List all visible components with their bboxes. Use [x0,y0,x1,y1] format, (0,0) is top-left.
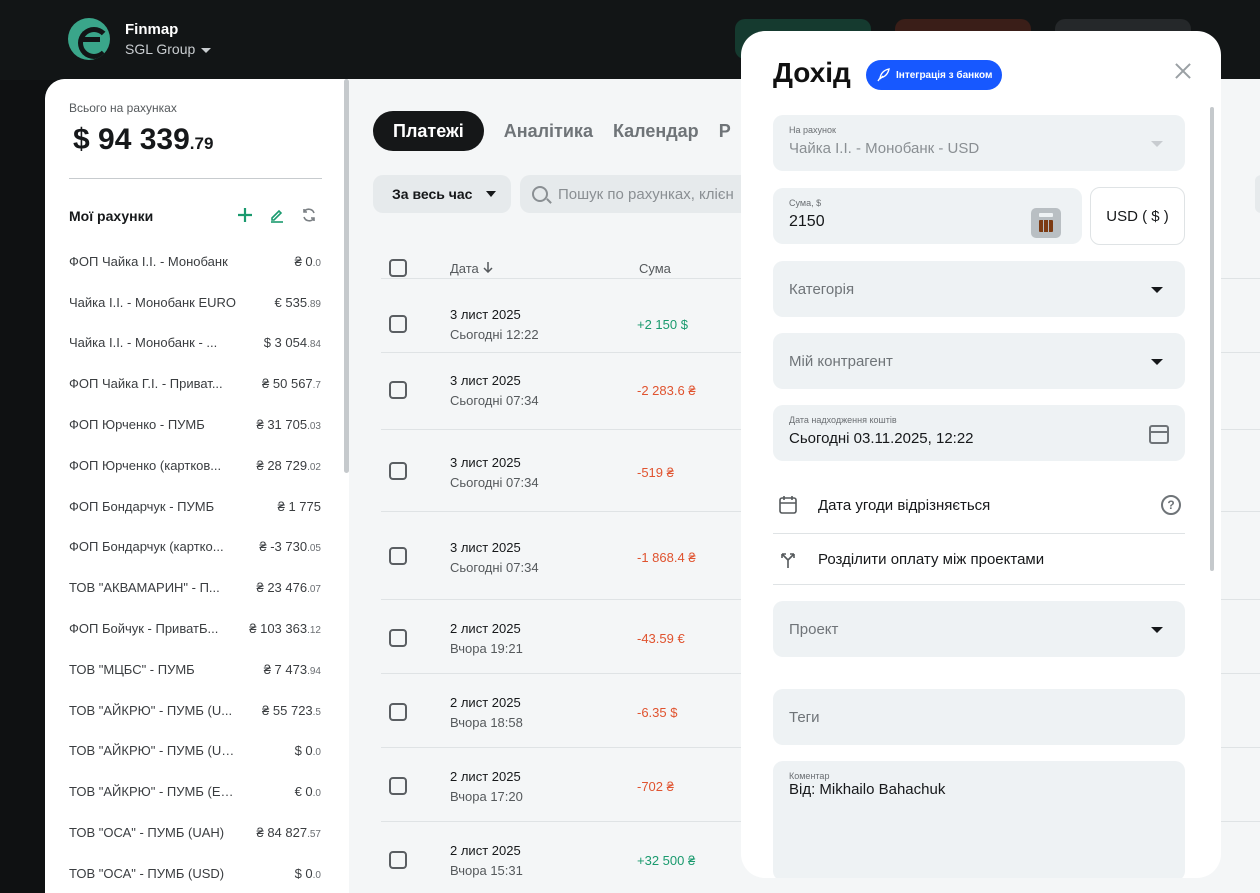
category-select[interactable]: Категорія [773,261,1185,317]
account-item[interactable]: ТОВ "ОСА" - ПУМБ (UAH) ₴ 84 827.57 [69,812,321,853]
row-checkbox[interactable] [389,315,407,333]
accounts-title: Мої рахунки [69,208,154,224]
brand-name: Finmap [125,21,179,38]
total-balance: $ 94 339.79 [73,123,214,156]
chevron-down-icon [486,191,497,197]
sort-arrow-icon [483,262,493,274]
row-checkbox[interactable] [389,703,407,721]
calendar-icon[interactable] [1149,425,1169,444]
edit-pencil-icon[interactable] [267,205,287,225]
close-icon[interactable] [1173,61,1193,81]
modal-title: Дохід [773,57,851,88]
chevron-down-icon [1151,287,1163,293]
col-date[interactable]: Дата [450,261,494,276]
rocket-icon [877,68,890,82]
filter-control[interactable] [1255,175,1260,213]
currency-select[interactable]: USD ( $ ) [1090,187,1185,245]
account-item[interactable]: ФОП Бойчук - ПриватБ... ₴ 103 363.12 [69,608,321,649]
deal-date-label: Дата угоди відрізняється [818,496,991,514]
tab-payments[interactable]: Платежі [373,111,484,151]
account-item[interactable]: ТОВ "МЦБС" - ПУМБ ₴ 7 473.94 [69,649,321,690]
accounts-list: ФОП Чайка І.І. - Монобанк ₴ 0.0 Чайка І.І… [69,241,321,893]
divider [69,178,322,179]
org-name: SGL Group [125,41,196,57]
total-label: Всього на рахунках [69,101,177,115]
finmap-logo-icon [68,18,110,60]
help-icon[interactable]: ? [1161,495,1181,515]
col-sum[interactable]: Сума [639,261,671,276]
tags-field[interactable]: Теги [773,689,1185,745]
tab-analytics[interactable]: Аналітика [494,111,603,151]
period-select[interactable]: За весь час [373,175,511,213]
chevron-down-icon [1151,627,1163,633]
org-switcher[interactable]: SGL Group [125,41,212,57]
select-all-checkbox[interactable] [389,259,407,277]
calculator-icon[interactable] [1031,208,1061,238]
accounts-actions [235,205,319,225]
chevron-down-icon [1151,359,1163,365]
bank-integration-button[interactable]: Інтеграція з банком [866,60,1003,90]
split-projects-toggle[interactable]: Розділити оплату між проектами [773,533,1185,585]
amount-field[interactable]: Сума, $ 2150 [773,188,1082,244]
row-checkbox[interactable] [389,629,407,647]
sidebar: Всього на рахунках $ 94 339.79 Мої рахун… [45,79,349,893]
tab-more[interactable]: Р [709,111,741,151]
split-label: Розділити оплату між проектами [818,550,1045,568]
search-icon [532,186,548,202]
account-item[interactable]: ТОВ "АКВАМАРИН" - П... ₴ 23 476.07 [69,567,321,608]
bank-integration-label: Інтеграція з банком [896,69,993,81]
search-placeholder: Пошук по рахунках, клієн [558,185,734,203]
split-arrows-icon [777,548,799,570]
row-checkbox[interactable] [389,547,407,565]
chevron-down-icon [1151,141,1163,147]
account-item[interactable]: ФОП Чайка І.І. - Монобанк ₴ 0.0 [69,241,321,282]
account-item[interactable]: ФОП Бондарчук (картко... ₴ -3 730.05 [69,527,321,568]
account-item[interactable]: ФОП Бондарчук - ПУМБ ₴ 1 775 [69,486,321,527]
counterparty-select[interactable]: Мій контрагент [773,333,1185,389]
project-select[interactable]: Проект [773,601,1185,657]
sidebar-scrollbar[interactable] [344,79,349,473]
modal-scrollbar[interactable] [1210,107,1214,571]
deal-date-toggle[interactable]: Дата угоди відрізняється ? [773,479,1185,531]
divider [773,584,1185,585]
date-field[interactable]: Дата надходження коштів Сьогодні 03.11.2… [773,405,1185,461]
account-select[interactable]: На рахунок Чайка І.І. - Монобанк - USD [773,115,1185,171]
calendar-icon [777,494,799,516]
add-account-icon[interactable] [235,205,255,225]
income-modal: Дохід Інтеграція з банком На рахунок Чай… [741,31,1221,878]
account-item[interactable]: ТОВ "АЙКРЮ" - ПУМБ (EUR) € 0.0 [69,771,321,812]
account-item[interactable]: ФОП Юрченко - ПУМБ ₴ 31 705.03 [69,404,321,445]
account-item[interactable]: ТОВ "АЙКРЮ" - ПУМБ (USD) $ 0.0 [69,731,321,772]
row-checkbox[interactable] [389,462,407,480]
chevron-down-icon [201,47,212,53]
main-tabs: Платежі Аналітика Календар Р [373,111,741,151]
account-item[interactable]: ФОП Юрченко (картков... ₴ 28 729.02 [69,445,321,486]
row-checkbox[interactable] [389,381,407,399]
tab-calendar[interactable]: Календар [603,111,709,151]
account-item[interactable]: Чайка І.І. - Монобанк EURO € 535.89 [69,282,321,323]
refresh-icon[interactable] [299,205,319,225]
account-item[interactable]: ФОП Чайка Г.І. - Приват... ₴ 50 567.7 [69,363,321,404]
account-item[interactable]: ТОВ "АЙКРЮ" - ПУМБ (U... ₴ 55 723.5 [69,690,321,731]
account-item[interactable]: Чайка І.І. - Монобанк - ... $ 3 054.84 [69,323,321,364]
row-checkbox[interactable] [389,851,407,869]
account-item[interactable]: ТОВ "ОСА" - ПУМБ (USD) $ 0.0 [69,853,321,893]
comment-field[interactable]: Коментар Від: Mikhailo Bahachuk [773,761,1185,878]
row-checkbox[interactable] [389,777,407,795]
